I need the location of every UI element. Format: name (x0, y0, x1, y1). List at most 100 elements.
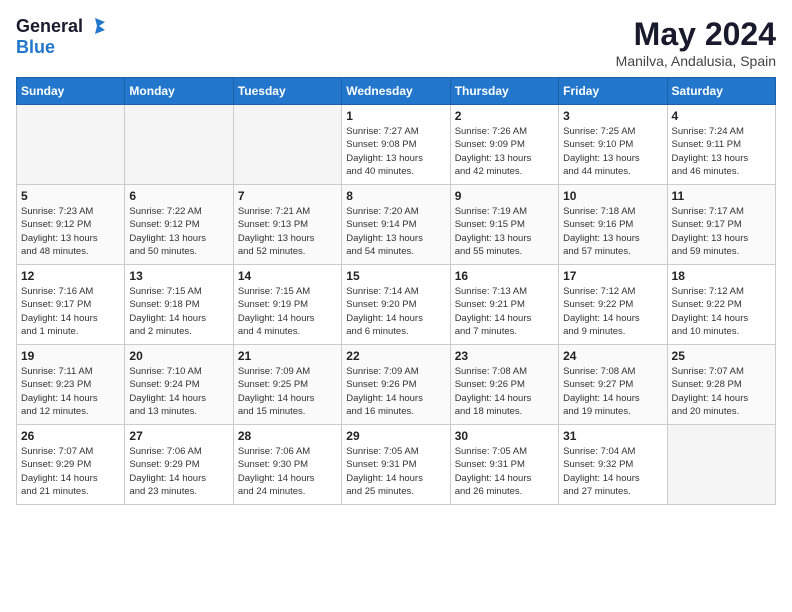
calendar-week-4: 19 Sunrise: 7:11 AM Sunset: 9:23 PM Dayli… (17, 345, 776, 425)
calendar-cell: 31Sunrise: 7:04 AM Sunset: 9:32 PM Dayli… (559, 425, 667, 505)
calendar-cell: 16 Sunrise: 7:13 AM Sunset: 9:21 PM Dayli… (450, 265, 558, 345)
calendar-cell: 24Sunrise: 7:08 AM Sunset: 9:27 PM Dayli… (559, 345, 667, 425)
day-info: Sunrise: 7:04 AM Sunset: 9:32 PM Dayligh… (563, 445, 662, 498)
weekday-header-monday: Monday (125, 78, 233, 105)
weekday-header-friday: Friday (559, 78, 667, 105)
day-number: 11 (672, 189, 771, 203)
day-info: Sunrise: 7:05 AM Sunset: 9:31 PM Dayligh… (346, 445, 445, 498)
logo-general: General (16, 16, 83, 37)
day-info: Sunrise: 7:08 AM Sunset: 9:26 PM Dayligh… (455, 365, 554, 418)
title-area: May 2024 Manilva, Andalusia, Spain (616, 16, 776, 69)
day-number: 13 (129, 269, 228, 283)
day-info: Sunrise: 7:09 AM Sunset: 9:26 PM Dayligh… (346, 365, 445, 418)
calendar-cell: 1Sunrise: 7:27 AM Sunset: 9:08 PM Daylig… (342, 105, 450, 185)
day-number: 19 (21, 349, 120, 363)
day-info: Sunrise: 7:11 AM Sunset: 9:23 PM Dayligh… (21, 365, 120, 418)
calendar-cell (17, 105, 125, 185)
day-info: Sunrise: 7:15 AM Sunset: 9:19 PM Dayligh… (238, 285, 337, 338)
calendar-cell: 15 Sunrise: 7:14 AM Sunset: 9:20 PM Dayli… (342, 265, 450, 345)
day-number: 6 (129, 189, 228, 203)
day-info: Sunrise: 7:12 AM Sunset: 9:22 PM Dayligh… (672, 285, 771, 338)
calendar-week-2: 5 Sunrise: 7:23 AM Sunset: 9:12 PM Daylig… (17, 185, 776, 265)
calendar-cell: 17 Sunrise: 7:12 AM Sunset: 9:22 PM Dayli… (559, 265, 667, 345)
day-info: Sunrise: 7:20 AM Sunset: 9:14 PM Dayligh… (346, 205, 445, 258)
weekday-header-saturday: Saturday (667, 78, 775, 105)
day-number: 12 (21, 269, 120, 283)
day-number: 27 (129, 429, 228, 443)
day-info: Sunrise: 7:24 AM Sunset: 9:11 PM Dayligh… (672, 125, 771, 178)
calendar-cell: 20 Sunrise: 7:10 AM Sunset: 9:24 PM Dayli… (125, 345, 233, 425)
logo-blue: Blue (16, 37, 55, 58)
day-number: 24 (563, 349, 662, 363)
day-info: Sunrise: 7:13 AM Sunset: 9:21 PM Dayligh… (455, 285, 554, 338)
calendar-cell: 4 Sunrise: 7:24 AM Sunset: 9:11 PM Daylig… (667, 105, 775, 185)
calendar-cell: 9 Sunrise: 7:19 AM Sunset: 9:15 PM Daylig… (450, 185, 558, 265)
calendar-cell: 8 Sunrise: 7:20 AM Sunset: 9:14 PM Daylig… (342, 185, 450, 265)
calendar-cell: 28 Sunrise: 7:06 AM Sunset: 9:30 PM Dayli… (233, 425, 341, 505)
day-info: Sunrise: 7:14 AM Sunset: 9:20 PM Dayligh… (346, 285, 445, 338)
day-info: Sunrise: 7:22 AM Sunset: 9:12 PM Dayligh… (129, 205, 228, 258)
weekday-header-wednesday: Wednesday (342, 78, 450, 105)
day-info: Sunrise: 7:26 AM Sunset: 9:09 PM Dayligh… (455, 125, 554, 178)
calendar-cell: 30 Sunrise: 7:05 AM Sunset: 9:31 PM Dayli… (450, 425, 558, 505)
calendar-cell: 12Sunrise: 7:16 AM Sunset: 9:17 PM Dayli… (17, 265, 125, 345)
day-number: 17 (563, 269, 662, 283)
calendar-cell: 18 Sunrise: 7:12 AM Sunset: 9:22 PM Dayli… (667, 265, 775, 345)
logo: General Blue (16, 16, 105, 57)
day-number: 14 (238, 269, 337, 283)
day-number: 29 (346, 429, 445, 443)
calendar-cell: 11 Sunrise: 7:17 AM Sunset: 9:17 PM Dayli… (667, 185, 775, 265)
day-info: Sunrise: 7:05 AM Sunset: 9:31 PM Dayligh… (455, 445, 554, 498)
day-number: 4 (672, 109, 771, 123)
day-number: 2 (455, 109, 554, 123)
day-number: 22 (346, 349, 445, 363)
day-info: Sunrise: 7:23 AM Sunset: 9:12 PM Dayligh… (21, 205, 120, 258)
calendar-cell: 21 Sunrise: 7:09 AM Sunset: 9:25 PM Dayli… (233, 345, 341, 425)
calendar-cell: 26Sunrise: 7:07 AM Sunset: 9:29 PM Dayli… (17, 425, 125, 505)
logo-bird-icon (85, 16, 105, 36)
day-number: 8 (346, 189, 445, 203)
calendar-week-1: 1Sunrise: 7:27 AM Sunset: 9:08 PM Daylig… (17, 105, 776, 185)
day-number: 18 (672, 269, 771, 283)
calendar-cell: 27 Sunrise: 7:06 AM Sunset: 9:29 PM Dayli… (125, 425, 233, 505)
day-number: 23 (455, 349, 554, 363)
day-info: Sunrise: 7:09 AM Sunset: 9:25 PM Dayligh… (238, 365, 337, 418)
calendar-cell: 5 Sunrise: 7:23 AM Sunset: 9:12 PM Daylig… (17, 185, 125, 265)
day-info: Sunrise: 7:12 AM Sunset: 9:22 PM Dayligh… (563, 285, 662, 338)
day-info: Sunrise: 7:07 AM Sunset: 9:29 PM Dayligh… (21, 445, 120, 498)
day-number: 7 (238, 189, 337, 203)
day-info: Sunrise: 7:15 AM Sunset: 9:18 PM Dayligh… (129, 285, 228, 338)
calendar-table: SundayMondayTuesdayWednesdayThursdayFrid… (16, 77, 776, 505)
calendar-cell (233, 105, 341, 185)
day-number: 15 (346, 269, 445, 283)
day-info: Sunrise: 7:17 AM Sunset: 9:17 PM Dayligh… (672, 205, 771, 258)
day-info: Sunrise: 7:25 AM Sunset: 9:10 PM Dayligh… (563, 125, 662, 178)
day-number: 10 (563, 189, 662, 203)
calendar-week-3: 12Sunrise: 7:16 AM Sunset: 9:17 PM Dayli… (17, 265, 776, 345)
calendar-cell: 25Sunrise: 7:07 AM Sunset: 9:28 PM Dayli… (667, 345, 775, 425)
calendar-cell: 6 Sunrise: 7:22 AM Sunset: 9:12 PM Daylig… (125, 185, 233, 265)
calendar-cell: 2 Sunrise: 7:26 AM Sunset: 9:09 PM Daylig… (450, 105, 558, 185)
day-number: 21 (238, 349, 337, 363)
calendar-cell (125, 105, 233, 185)
day-number: 9 (455, 189, 554, 203)
calendar-cell: 29 Sunrise: 7:05 AM Sunset: 9:31 PM Dayli… (342, 425, 450, 505)
day-info: Sunrise: 7:18 AM Sunset: 9:16 PM Dayligh… (563, 205, 662, 258)
day-info: Sunrise: 7:06 AM Sunset: 9:30 PM Dayligh… (238, 445, 337, 498)
day-info: Sunrise: 7:10 AM Sunset: 9:24 PM Dayligh… (129, 365, 228, 418)
day-number: 30 (455, 429, 554, 443)
calendar-cell: 14 Sunrise: 7:15 AM Sunset: 9:19 PM Dayli… (233, 265, 341, 345)
calendar-cell: 10 Sunrise: 7:18 AM Sunset: 9:16 PM Dayli… (559, 185, 667, 265)
day-info: Sunrise: 7:19 AM Sunset: 9:15 PM Dayligh… (455, 205, 554, 258)
day-number: 28 (238, 429, 337, 443)
calendar-week-5: 26Sunrise: 7:07 AM Sunset: 9:29 PM Dayli… (17, 425, 776, 505)
calendar-cell: 19 Sunrise: 7:11 AM Sunset: 9:23 PM Dayli… (17, 345, 125, 425)
location: Manilva, Andalusia, Spain (616, 53, 776, 69)
day-number: 3 (563, 109, 662, 123)
day-number: 5 (21, 189, 120, 203)
header: General Blue May 2024 Manilva, Andalusia… (16, 16, 776, 69)
calendar-cell (667, 425, 775, 505)
day-info: Sunrise: 7:06 AM Sunset: 9:29 PM Dayligh… (129, 445, 228, 498)
day-number: 16 (455, 269, 554, 283)
day-number: 20 (129, 349, 228, 363)
